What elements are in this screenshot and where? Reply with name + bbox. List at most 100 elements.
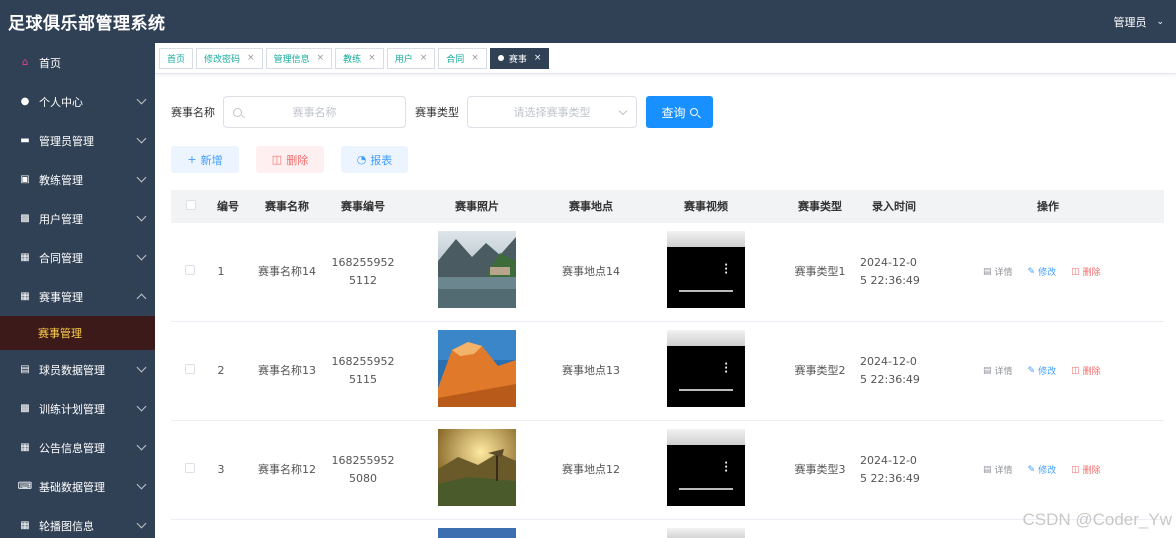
close-icon[interactable]: ×: [247, 53, 255, 63]
sidebar-item-user[interactable]: ▩ 用户管理: [0, 199, 155, 238]
sidebar-item-label: 用户管理: [39, 212, 83, 226]
sidebar-item-match[interactable]: ▦ 赛事管理: [0, 277, 155, 316]
match-code: 168255952 5115: [331, 355, 395, 386]
match-name-input[interactable]: 赛事名称: [223, 96, 406, 128]
tab-home[interactable]: 首页: [159, 47, 194, 69]
close-icon[interactable]: ×: [420, 53, 428, 63]
match-photo[interactable]: [438, 429, 516, 506]
sidebar-subitem-match[interactable]: 赛事管理: [0, 316, 155, 350]
sidebar-item-carousel[interactable]: ▦ 轮播图信息: [0, 506, 155, 538]
match-place: 赛事地点12: [562, 463, 620, 476]
chevron-down-icon: [136, 133, 147, 144]
query-button[interactable]: 查询: [646, 96, 713, 128]
query-button-label: 查询: [661, 105, 686, 120]
tab-coach[interactable]: 教练 ×: [335, 47, 384, 69]
monitor-icon: ▩: [20, 213, 30, 224]
edit-button[interactable]: ✎ 修改: [1028, 265, 1057, 279]
edit-button[interactable]: ✎ 修改: [1027, 364, 1057, 378]
add-button[interactable]: + 新增: [171, 146, 239, 173]
sidebar-item-label: 轮播图信息: [39, 519, 94, 533]
match-code: 168255952 5080: [331, 454, 395, 485]
close-icon[interactable]: ×: [317, 53, 325, 63]
grid-icon: ▦: [20, 291, 30, 302]
tab-label: 赛事: [508, 54, 527, 65]
sidebar-item-profile[interactable]: ● 个人中心: [0, 82, 155, 121]
tab-user[interactable]: 用户 ×: [386, 47, 436, 69]
sidebar-item-home[interactable]: ⌂ 首页: [0, 43, 155, 82]
match-name: 赛事名称12: [258, 463, 316, 476]
delete-row-button[interactable]: ◫ 删除: [1071, 463, 1101, 477]
row-checkbox[interactable]: [185, 263, 195, 281]
tab-match[interactable]: 赛事 ×: [489, 47, 550, 69]
match-code: 168255952 5112: [331, 256, 395, 287]
tab-change-password[interactable]: 修改密码 ×: [196, 47, 263, 69]
match-name-label: 赛事名称: [171, 106, 215, 119]
match-name: 赛事名称14: [258, 265, 316, 278]
sidebar-item-training[interactable]: ▩ 训练计划管理: [0, 389, 155, 428]
match-video[interactable]: · · ·: [667, 429, 745, 506]
match-place: 赛事地点14: [562, 265, 620, 278]
sidebar-item-basic-data[interactable]: ⌨ 基础数据管理: [0, 467, 155, 506]
trash-icon: ◫: [1071, 365, 1080, 376]
match-photo[interactable]: [438, 528, 516, 538]
detail-button[interactable]: ▤ 详情: [983, 265, 1013, 279]
match-type-select[interactable]: 请选择赛事类型: [467, 96, 637, 128]
chevron-down-icon: [136, 401, 147, 412]
delete-button[interactable]: ◫ 删除: [256, 146, 324, 173]
more-vertical-icon[interactable]: · · ·: [724, 261, 728, 279]
match-table: 编号 赛事名称 赛事编号 赛事照片 赛事地点 赛事视频 赛事类型 录入时间 操作…: [171, 190, 1164, 538]
entry-time: 2024-12-0 5 22:36:49: [860, 355, 920, 386]
match-video[interactable]: [667, 528, 745, 538]
match-photo[interactable]: [438, 330, 516, 407]
delete-row-button[interactable]: ◫ 删除: [1071, 265, 1101, 279]
document-icon: ▤: [983, 464, 992, 475]
match-type: 赛事类型1: [794, 265, 846, 278]
close-icon[interactable]: ×: [534, 53, 542, 63]
sidebar-item-label: 赛事管理: [39, 290, 83, 304]
col-header: 操作: [1037, 200, 1059, 213]
edit-icon: ✎: [1027, 464, 1036, 475]
row-operations: ▤ 详情 ✎ 修改 ◫ 删除: [983, 463, 1116, 477]
col-header: 赛事视频: [684, 200, 728, 213]
chevron-down-icon: [618, 106, 628, 116]
detail-button[interactable]: ▤ 详情: [983, 463, 1013, 477]
row-checkbox[interactable]: [185, 461, 195, 479]
monitor-icon: ▩: [20, 403, 30, 414]
close-icon[interactable]: ×: [471, 53, 479, 63]
user-icon: ●: [20, 96, 30, 107]
delete-row-button[interactable]: ◫ 删除: [1071, 364, 1101, 378]
keyboard-icon: ⌨: [17, 481, 33, 492]
close-icon[interactable]: ×: [368, 53, 376, 63]
chevron-down-icon: [136, 440, 147, 451]
row-checkbox[interactable]: [185, 362, 195, 380]
table-row: 2 赛事名称13 168255952 5115 赛事地点13 · · · 赛事类型2 …: [171, 322, 1164, 421]
match-photo[interactable]: [438, 231, 516, 308]
sidebar-item-contract[interactable]: ▦ 合同管理: [0, 238, 155, 277]
add-button-label: 新增: [200, 153, 223, 167]
active-dot-icon: [497, 55, 504, 61]
sidebar-item-player-data[interactable]: ▤ 球员数据管理: [0, 350, 155, 389]
doc-icon: ▤: [20, 364, 30, 375]
tab-contract[interactable]: 合同 ×: [438, 47, 487, 69]
more-vertical-icon[interactable]: · · ·: [724, 459, 728, 477]
trash-icon: ◫: [1071, 266, 1080, 277]
entry-time: 2024-12-0 5 22:36:49: [860, 454, 920, 485]
sidebar-item-coach[interactable]: ▣ 教练管理: [0, 160, 155, 199]
select-all-checkbox[interactable]: [185, 190, 197, 223]
app-title: 足球俱乐部管理系统: [8, 14, 166, 34]
match-video[interactable]: · · ·: [667, 231, 745, 308]
match-video[interactable]: · · ·: [667, 330, 745, 407]
sidebar-item-admin[interactable]: ▬ 管理员管理: [0, 121, 155, 160]
user-menu[interactable]: 管理员 ⌄: [1113, 14, 1176, 30]
edit-icon: ✎: [1027, 365, 1036, 376]
tab-admin-info[interactable]: 管理信息 ×: [265, 47, 333, 69]
report-button[interactable]: ◔ 报表: [341, 146, 408, 173]
detail-button[interactable]: ▤ 详情: [983, 364, 1013, 378]
sidebar-item-notice[interactable]: ▦ 公告信息管理: [0, 428, 155, 467]
more-vertical-icon[interactable]: · · ·: [724, 360, 728, 378]
col-header: 赛事照片: [455, 200, 499, 213]
trash-icon: ◫: [271, 153, 283, 166]
chevron-down-icon: [136, 172, 147, 183]
edit-button[interactable]: ✎ 修改: [1027, 463, 1057, 477]
sidebar-item-label: 个人中心: [39, 95, 83, 109]
